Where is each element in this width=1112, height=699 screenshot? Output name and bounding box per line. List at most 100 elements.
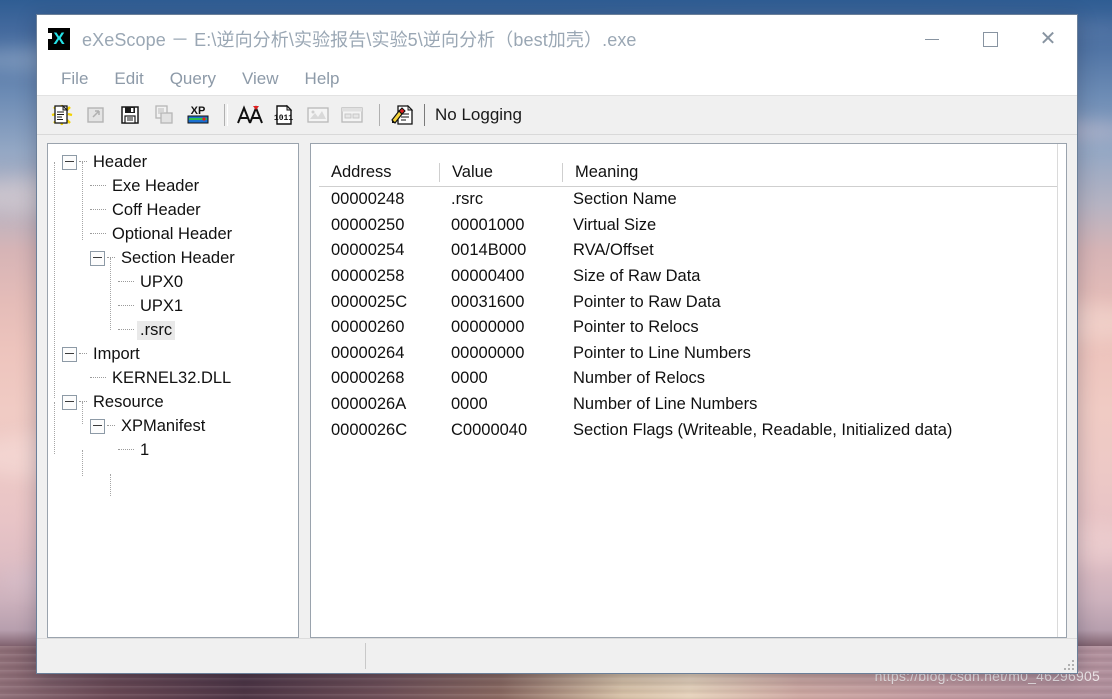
table-row[interactable]: 00000248 .rsrc Section Name [319, 187, 1058, 213]
tree-node-upx1[interactable]: UPX1 [62, 294, 298, 318]
tree-node-import[interactable]: Import [62, 342, 298, 366]
menu-item-help[interactable]: Help [293, 67, 352, 91]
tree-expander-collapse-icon[interactable] [62, 346, 77, 362]
maximize-icon [982, 31, 998, 47]
cell-value: 0000 [451, 395, 488, 414]
table-row[interactable]: 00000264 00000000 Pointer to Line Numbers [319, 341, 1058, 367]
xp-manifest-button[interactable]: XP [183, 100, 213, 130]
tree-node-1[interactable]: 1 [62, 438, 298, 462]
toolbar-separator [379, 104, 380, 126]
tree-node-header[interactable]: Header [62, 150, 298, 174]
copy-resource-button[interactable] [149, 100, 179, 130]
open-file-button[interactable] [47, 100, 77, 130]
tree-connector-icon [90, 209, 106, 211]
table-row[interactable]: 00000260 00000000 Pointer to Relocs [319, 315, 1058, 341]
cell-value: .rsrc [451, 190, 484, 209]
tree-expander-collapse-icon[interactable] [90, 250, 105, 266]
tree-node-label: KERNEL32.DLL [112, 368, 232, 387]
font-button[interactable] [235, 100, 265, 130]
tree-node-upx0[interactable]: UPX0 [62, 270, 298, 294]
menu-item-query[interactable]: Query [158, 67, 228, 91]
tree-node-resource[interactable]: Resource [62, 390, 298, 414]
cell-value: 00000400 [451, 267, 525, 286]
tree-node-optional-header[interactable]: Optional Header [62, 222, 298, 246]
cell-meaning: Pointer to Line Numbers [573, 343, 751, 362]
tree-node-label: Resource [93, 392, 164, 411]
cell-meaning: Pointer to Raw Data [573, 292, 721, 311]
tree-expander-collapse-icon[interactable] [90, 418, 105, 434]
cell-meaning: RVA/Offset [573, 241, 654, 260]
column-header-address[interactable]: Address [319, 163, 439, 182]
cell-value: 00031600 [451, 292, 525, 311]
table-row[interactable]: 0000026A 0000 Number of Line Numbers [319, 392, 1058, 418]
tree-node-coff-header[interactable]: Coff Header [62, 198, 298, 222]
bitmap-view-icon [307, 107, 329, 123]
tree-expander-collapse-icon[interactable] [62, 154, 77, 170]
tree-node-section-header[interactable]: Section Header [62, 246, 298, 270]
binary-view-button[interactable]: 1011 [269, 100, 299, 130]
tree-connector-icon [118, 329, 134, 331]
tree-node-kernel32-dll[interactable]: KERNEL32.DLL [62, 366, 298, 390]
export-file-button[interactable] [81, 100, 111, 130]
toolbar-separator [224, 104, 228, 126]
tree-node-exe-header[interactable]: Exe Header [62, 174, 298, 198]
dialog-view-button[interactable] [337, 100, 367, 130]
column-header-value[interactable]: Value [439, 163, 562, 182]
cell-address: 0000026C [331, 420, 408, 439]
table-row[interactable]: 00000258 00000400 Size of Raw Data [319, 264, 1058, 290]
tree-node-label: Import [93, 344, 140, 363]
tree-expander-collapse-icon[interactable] [62, 394, 77, 410]
table-row[interactable]: 0000025C 00031600 Pointer to Raw Data [319, 289, 1058, 315]
table-row[interactable]: 00000268 0000 Number of Relocs [319, 366, 1058, 392]
tree-connector-icon [107, 257, 115, 259]
bitmap-view-button[interactable] [303, 100, 333, 130]
tree-connector-icon [118, 281, 134, 283]
cell-value: 00000000 [451, 343, 525, 362]
cell-meaning: Number of Line Numbers [573, 395, 758, 414]
tree-node-rsrc[interactable]: .rsrc [62, 318, 298, 342]
tree-node-label: Optional Header [112, 224, 233, 243]
minimize-button[interactable] [903, 15, 961, 63]
tree-guide-line [110, 474, 111, 496]
menu-item-edit[interactable]: Edit [102, 67, 155, 91]
table-row[interactable]: 00000254 0014B000 RVA/Offset [319, 238, 1058, 264]
tree-node-label: Section Header [121, 248, 235, 267]
cell-value: 0000 [451, 369, 488, 388]
tree-node-label: Exe Header [112, 176, 200, 195]
tree-connector-icon [90, 377, 106, 379]
logging-button[interactable] [388, 100, 418, 130]
svg-text:XP: XP [191, 105, 206, 117]
cell-address: 00000258 [331, 267, 405, 286]
open-file-icon [51, 104, 73, 126]
cell-meaning: Number of Relocs [573, 369, 706, 388]
menu-item-file[interactable]: File [49, 67, 100, 91]
cell-meaning: Size of Raw Data [573, 267, 701, 286]
exescope-x-icon: X [48, 28, 70, 50]
logging-status-label: No Logging [435, 105, 522, 124]
structure-tree-panel[interactable]: Header Exe Header Coff Header Optional Head… [47, 143, 299, 638]
xp-manifest-icon: XP [187, 105, 209, 124]
status-pane-left [37, 639, 365, 673]
save-file-button[interactable] [115, 100, 145, 130]
cell-address: 0000025C [331, 292, 408, 311]
tree-guide-line [54, 162, 55, 398]
menu-item-view[interactable]: View [230, 67, 291, 91]
title-bar[interactable]: X eXeScope － E:\逆向分析\实验报告\实验5\逆向分析（best加… [37, 15, 1077, 63]
cell-address: 00000268 [331, 369, 405, 388]
tree-node-label: Header [93, 152, 148, 171]
close-icon: ✕ [1039, 28, 1057, 50]
dialog-view-icon [341, 107, 363, 123]
tree-node-xpmanifest[interactable]: XPManifest [62, 414, 298, 438]
table-row[interactable]: 00000250 00001000 Virtual Size [319, 213, 1058, 239]
detail-list-panel[interactable]: Address Value Meaning 00000248 .rsrc Secti… [310, 143, 1067, 638]
status-bar [37, 638, 1077, 673]
resize-grip-icon[interactable] [1062, 658, 1074, 670]
column-header-meaning[interactable]: Meaning [562, 163, 1058, 182]
binary-view-icon: 1011 [274, 104, 293, 125]
tree-node-label: Coff Header [112, 200, 201, 219]
close-button[interactable]: ✕ [1019, 15, 1077, 63]
table-row[interactable]: 0000026C C0000040 Section Flags (Writeable… [319, 417, 1058, 443]
font-icon [237, 105, 263, 124]
maximize-button[interactable] [961, 15, 1019, 63]
cell-address: 00000264 [331, 343, 405, 362]
